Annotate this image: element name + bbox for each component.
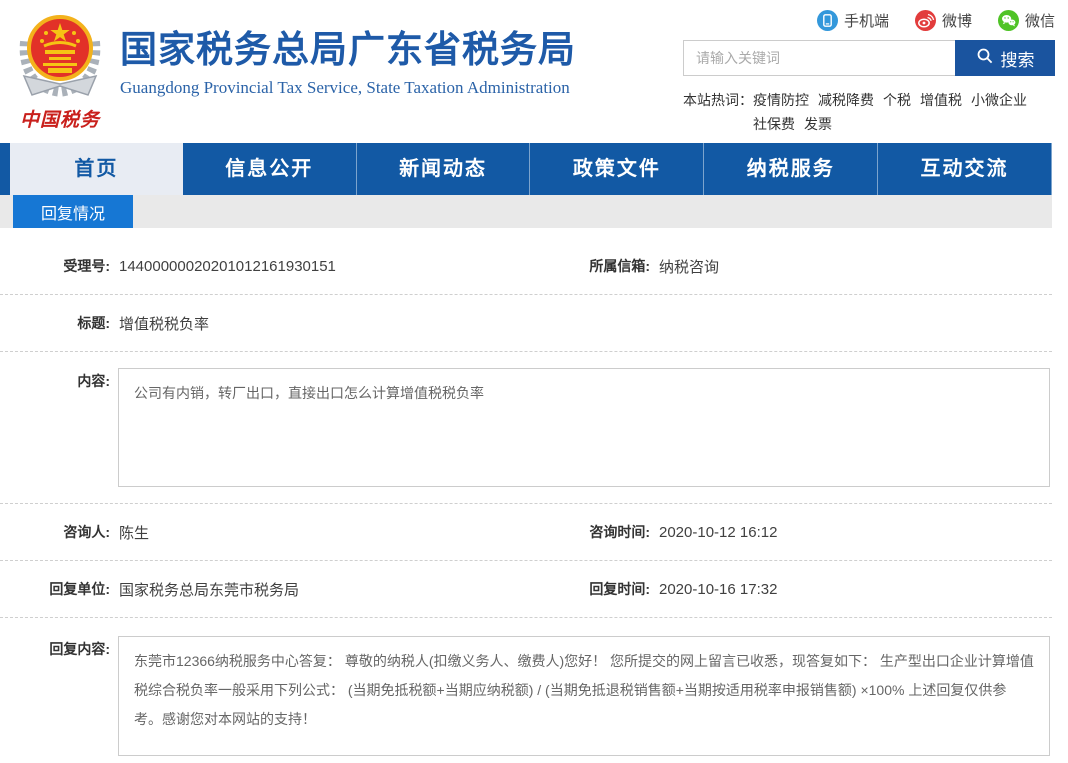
hotword-link[interactable]: 发票 bbox=[804, 112, 832, 136]
mobile-label: 手机端 bbox=[844, 10, 889, 31]
title-label: 标题: bbox=[0, 313, 110, 333]
title-block: 国家税务总局广东省税务局 Guangdong Provincial Tax Se… bbox=[120, 28, 576, 98]
row-accept-no: 受理号: 14400000020201012161930151 所属信箱: 纳税… bbox=[0, 238, 1052, 295]
social-links: 手机端 微博 微信 bbox=[683, 8, 1055, 32]
weibo-label: 微博 bbox=[942, 10, 972, 31]
tab-news[interactable]: 新闻动态 bbox=[356, 143, 530, 195]
accept-no-value: 14400000020201012161930151 bbox=[119, 258, 336, 275]
hotword-link[interactable]: 小微企业 bbox=[971, 88, 1027, 112]
mailbox-cell: 所属信箱: 纳税咨询 bbox=[540, 256, 719, 277]
content-label: 内容: bbox=[0, 368, 110, 391]
hotword-link[interactable]: 疫情防控 bbox=[753, 88, 809, 112]
consult-time-cell: 咨询时间: 2020-10-12 16:12 bbox=[540, 522, 777, 542]
title-value: 增值税税负率 bbox=[119, 313, 209, 334]
search-button[interactable]: 搜索 bbox=[955, 40, 1055, 76]
title-cell: 标题: 增值税税负率 bbox=[0, 313, 209, 334]
accept-no-label: 受理号: bbox=[0, 256, 110, 276]
mobile-icon bbox=[817, 10, 838, 31]
consultant-cell: 咨询人: 陈生 bbox=[0, 522, 540, 543]
wechat-link[interactable]: 微信 bbox=[998, 10, 1055, 31]
header-right: 手机端 微博 微信 bbox=[683, 8, 1055, 136]
mailbox-label: 所属信箱: bbox=[540, 256, 650, 276]
row-consultant: 咨询人: 陈生 咨询时间: 2020-10-12 16:12 bbox=[0, 504, 1052, 561]
site-logo[interactable]: 中国税务 bbox=[10, 6, 110, 132]
reply-time-value: 2020-10-16 17:32 bbox=[659, 581, 777, 598]
site-title: 国家税务总局广东省税务局 bbox=[120, 28, 576, 72]
page: 中国税务 国家税务总局广东省税务局 Guangdong Provincial T… bbox=[0, 0, 1068, 762]
reply-content-label: 回复内容: bbox=[0, 636, 110, 659]
hotwords-label: 本站热词： bbox=[683, 88, 753, 136]
weibo-icon bbox=[915, 10, 936, 31]
tab-interaction[interactable]: 互动交流 bbox=[877, 143, 1052, 195]
reply-content-box: 东莞市12366纳税服务中心答复： 尊敬的纳税人(扣缴义务人、缴费人)您好！ 您… bbox=[118, 636, 1050, 756]
site-header: 中国税务 国家税务总局广东省税务局 Guangdong Provincial T… bbox=[0, 0, 1068, 143]
hotword-link[interactable]: 减税降费 bbox=[818, 88, 874, 112]
hotwords-list: 疫情防控 减税降费 个税 增值税 小微企业 社保费 发票 bbox=[753, 88, 1055, 136]
reply-time-label: 回复时间: bbox=[540, 579, 650, 599]
reply-status-tab[interactable]: 回复情况 bbox=[13, 195, 133, 228]
hotword-link[interactable]: 个税 bbox=[883, 88, 911, 112]
site-subtitle-english: Guangdong Provincial Tax Service, State … bbox=[120, 78, 576, 98]
row-reply-content: 回复内容: 东莞市12366纳税服务中心答复： 尊敬的纳税人(扣缴义务人、缴费人… bbox=[0, 618, 1052, 762]
reply-unit-cell: 回复单位: 国家税务总局东莞市税务局 bbox=[0, 579, 540, 600]
consultant-value: 陈生 bbox=[119, 522, 149, 543]
search-icon bbox=[976, 47, 994, 70]
accept-no-cell: 受理号: 14400000020201012161930151 bbox=[0, 256, 540, 276]
wechat-icon bbox=[998, 10, 1019, 31]
reply-unit-value: 国家税务总局东莞市税务局 bbox=[119, 579, 299, 600]
search-button-label: 搜索 bbox=[1001, 46, 1035, 71]
wechat-label: 微信 bbox=[1025, 10, 1055, 31]
mobile-link[interactable]: 手机端 bbox=[817, 10, 889, 31]
main-nav: 首页 信息公开 新闻动态 政策文件 纳税服务 互动交流 bbox=[0, 143, 1052, 195]
hotwords: 本站热词： 疫情防控 减税降费 个税 增值税 小微企业 社保费 发票 bbox=[683, 88, 1055, 136]
row-title: 标题: 增值税税负率 bbox=[0, 295, 1052, 352]
consultant-label: 咨询人: bbox=[0, 522, 110, 542]
hotword-link[interactable]: 增值税 bbox=[920, 88, 962, 112]
tab-info-disclosure[interactable]: 信息公开 bbox=[183, 143, 356, 195]
row-reply-unit: 回复单位: 国家税务总局东莞市税务局 回复时间: 2020-10-16 17:3… bbox=[0, 561, 1052, 618]
content-box: 公司有内销，转厂出口，直接出口怎么计算增值税税负率 bbox=[118, 368, 1050, 487]
search-bar: 搜索 bbox=[683, 40, 1055, 76]
reply-unit-label: 回复单位: bbox=[0, 579, 110, 599]
consult-time-label: 咨询时间: bbox=[540, 522, 650, 542]
tax-emblem-icon bbox=[14, 6, 106, 102]
tab-policy-documents[interactable]: 政策文件 bbox=[529, 143, 703, 195]
reply-detail-form: 受理号: 14400000020201012161930151 所属信箱: 纳税… bbox=[0, 228, 1052, 762]
reply-time-cell: 回复时间: 2020-10-16 17:32 bbox=[540, 579, 777, 599]
tab-home[interactable]: 首页 bbox=[10, 143, 183, 195]
row-content: 内容: 公司有内销，转厂出口，直接出口怎么计算增值税税负率 bbox=[0, 352, 1052, 504]
logo-text: 中国税务 bbox=[10, 105, 110, 132]
tab-tax-services[interactable]: 纳税服务 bbox=[703, 143, 877, 195]
mailbox-value: 纳税咨询 bbox=[659, 256, 719, 277]
consult-time-value: 2020-10-12 16:12 bbox=[659, 524, 777, 541]
hotword-link[interactable]: 社保费 bbox=[753, 112, 795, 136]
weibo-link[interactable]: 微博 bbox=[915, 10, 972, 31]
search-input[interactable] bbox=[683, 40, 955, 76]
subnav-bar: 回复情况 bbox=[0, 195, 1052, 228]
